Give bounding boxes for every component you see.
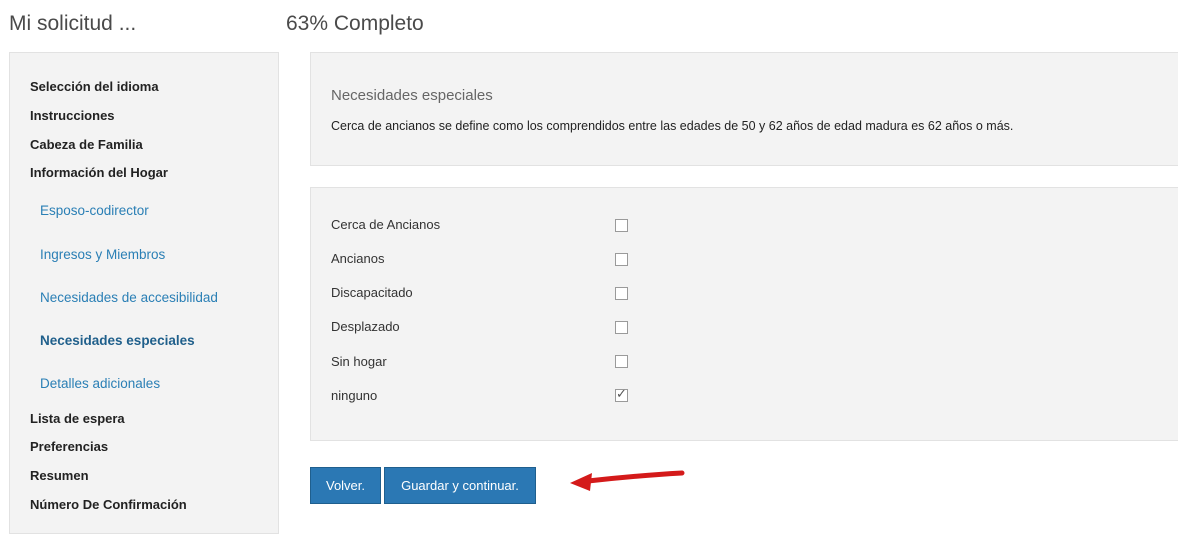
- option-label-ancianos: Ancianos: [331, 251, 385, 266]
- sidebar-item-seleccion-idioma[interactable]: Selección del idioma: [30, 79, 159, 94]
- progress-status: 63% Completo: [286, 12, 424, 35]
- sidebar-item-necesidades-accesibilidad[interactable]: Necesidades de accesibilidad: [40, 290, 218, 305]
- sidebar-item-esposo-codirector[interactable]: Esposo-codirector: [40, 203, 149, 218]
- sidebar-item-preferencias[interactable]: Preferencias: [30, 439, 108, 454]
- sidebar-item-necesidades-especiales[interactable]: Necesidades especiales: [40, 333, 195, 348]
- section-info-panel: Necesidades especiales Cerca de ancianos…: [310, 52, 1178, 166]
- sidebar-item-resumen[interactable]: Resumen: [30, 468, 89, 483]
- options-panel: Cerca de Ancianos Ancianos Discapacitado…: [310, 187, 1178, 441]
- sidebar-item-cabeza-familia[interactable]: Cabeza de Familia: [30, 137, 143, 152]
- section-title: Necesidades especiales: [331, 87, 493, 104]
- option-label-ninguno: ninguno: [331, 388, 378, 403]
- option-label-cerca-ancianos: Cerca de Ancianos: [331, 217, 441, 232]
- section-description: Cerca de ancianos se define como los com…: [331, 119, 1014, 133]
- checkbox-discapacitado[interactable]: [615, 287, 628, 300]
- checkbox-desplazado[interactable]: [615, 321, 628, 334]
- checkbox-sin-hogar[interactable]: [615, 355, 628, 368]
- sidebar-item-detalles-adicionales[interactable]: Detalles adicionales: [40, 376, 160, 391]
- checkbox-cerca-ancianos[interactable]: [615, 219, 628, 232]
- option-label-discapacitado: Discapacitado: [331, 285, 413, 300]
- option-label-desplazado: Desplazado: [331, 319, 400, 334]
- option-label-sin-hogar: Sin hogar: [331, 354, 387, 369]
- sidebar-item-informacion-hogar[interactable]: Información del Hogar: [30, 165, 168, 180]
- sidebar-item-lista-espera[interactable]: Lista de espera: [30, 411, 125, 426]
- save-continue-button[interactable]: Guardar y continuar.: [384, 467, 536, 504]
- back-button[interactable]: Volver.: [310, 467, 381, 504]
- red-arrow-icon: [570, 470, 685, 491]
- sidebar-item-numero-confirmacion[interactable]: Número De Confirmación: [30, 497, 187, 512]
- sidebar-item-ingresos-miembros[interactable]: Ingresos y Miembros: [40, 247, 165, 262]
- checkmark-icon: ✓: [616, 386, 627, 401]
- sidebar-title: Mi solicitud ...: [9, 12, 137, 35]
- checkbox-ancianos[interactable]: [615, 253, 628, 266]
- sidebar: Selección del idioma Instrucciones Cabez…: [9, 52, 279, 534]
- checkbox-ninguno[interactable]: ✓: [615, 386, 628, 402]
- sidebar-item-instrucciones[interactable]: Instrucciones: [30, 108, 115, 123]
